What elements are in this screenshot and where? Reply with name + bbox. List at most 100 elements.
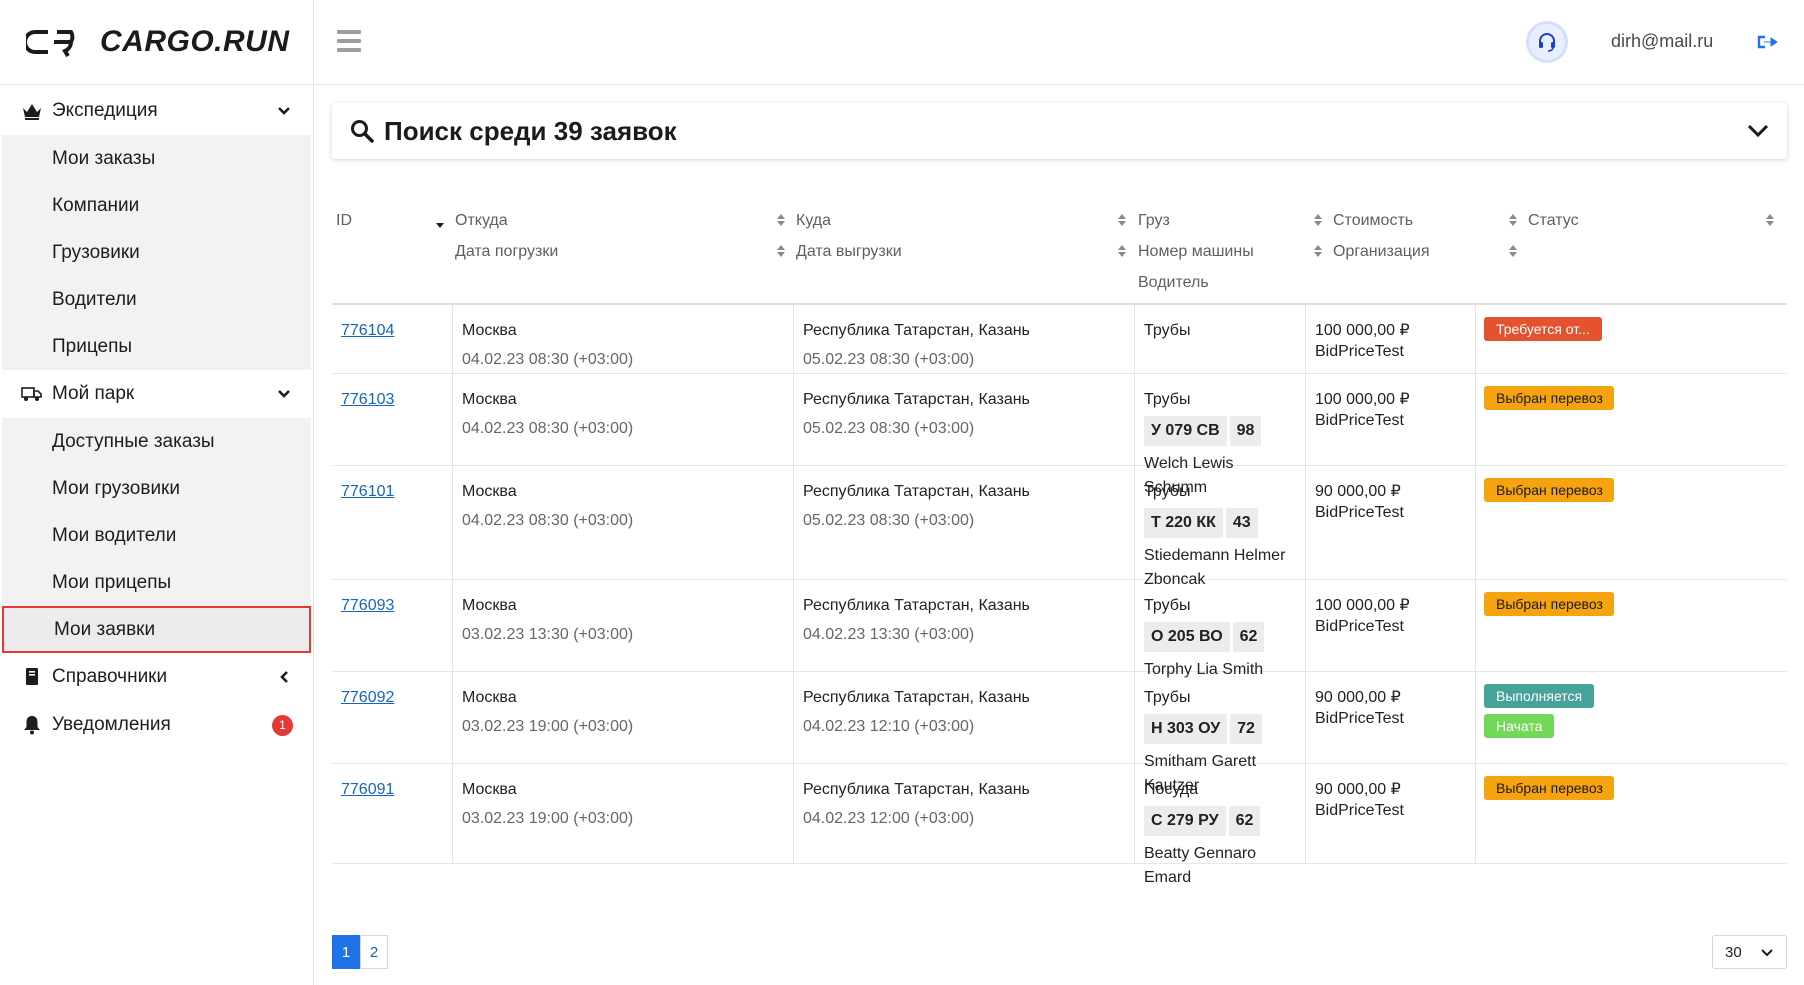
sort-icon[interactable]	[1765, 213, 1775, 227]
menu-toggle-icon[interactable]	[337, 30, 361, 52]
logout-icon[interactable]	[1755, 30, 1779, 54]
status-badge[interactable]: Требуется от...	[1484, 317, 1602, 341]
table-row[interactable]: 776093 Москва 03.02.23 13:30 (+03:00) Респу…	[332, 580, 1787, 678]
plate-number: Т 220 КК 43	[1144, 508, 1258, 538]
bid-id-link[interactable]: 776091	[341, 781, 394, 798]
status-badge[interactable]: Начата	[1484, 714, 1555, 738]
price: 90 000,00 ₽	[1315, 689, 1401, 706]
sidebar-item-my-trailers[interactable]: Мои прицепы	[2, 559, 311, 606]
sort-icon[interactable]	[776, 213, 786, 227]
plate-main: У 079 СВ	[1144, 416, 1227, 446]
cell-cargo: Трубы Н 303 ОУ 72 Smitham Garett Kautzer	[1134, 672, 1305, 794]
status-badge[interactable]: Выбран перевоз	[1484, 592, 1614, 616]
status-badge[interactable]: Выбран перевоз	[1484, 776, 1614, 800]
column-header-load-date[interactable]: Дата погрузки	[455, 243, 558, 261]
column-header-price[interactable]: Стоимость	[1333, 212, 1413, 230]
column-header-from[interactable]: Откуда	[455, 212, 508, 230]
sidebar-item-my-drivers[interactable]: Мои водители	[2, 512, 311, 559]
sidebar-item-trailers[interactable]: Прицепы	[2, 323, 311, 370]
sort-icon[interactable]	[1313, 244, 1323, 258]
from-city: Москва	[462, 483, 517, 500]
sidebar-nav: Экспедиция Мои заказы Компании Грузовики…	[0, 85, 313, 749]
user-email[interactable]: dirh@mail.ru	[1611, 31, 1713, 52]
cargo-logo-icon	[26, 30, 75, 57]
cell-status: Выбран перевоз	[1475, 764, 1787, 863]
cell-cargo: Трубы Т 220 КК 43 Stiedemann Helmer Zboncak	[1134, 466, 1305, 588]
plate-main: С 279 РУ	[1144, 806, 1226, 836]
headset-icon[interactable]	[1529, 24, 1565, 60]
page-button[interactable]: 1	[332, 935, 360, 969]
cell-status: Выбран перевоз	[1475, 466, 1787, 579]
table-row[interactable]: 776092 Москва 03.02.23 19:00 (+03:00) Респу…	[332, 672, 1787, 794]
cell-from: Москва 04.02.23 08:30 (+03:00)	[452, 466, 793, 579]
table-row[interactable]: 776091 Москва 03.02.23 19:00 (+03:00) Респу…	[332, 764, 1787, 886]
plate-region: 43	[1225, 508, 1258, 538]
cell-to: Республика Татарстан, Казань 05.02.23 08:…	[793, 374, 1134, 465]
column-header-status[interactable]: Статус	[1528, 212, 1579, 230]
column-header-id[interactable]: ID	[336, 212, 352, 230]
sidebar-item-drivers[interactable]: Водители	[2, 276, 311, 323]
sidebar-item-available-orders[interactable]: Доступные заказы	[2, 418, 311, 465]
price: 100 000,00 ₽	[1315, 322, 1410, 339]
sidebar-item-my-bids[interactable]: Мои заявки	[2, 606, 311, 653]
column-header-unload-date[interactable]: Дата выгрузки	[796, 243, 902, 261]
price: 90 000,00 ₽	[1315, 781, 1401, 798]
sort-icon[interactable]	[1117, 244, 1127, 258]
column-header-plate[interactable]: Номер машины	[1138, 243, 1254, 261]
price: 100 000,00 ₽	[1315, 597, 1410, 614]
search-panel-toggle[interactable]: Поиск среди 39 заявок	[332, 103, 1787, 159]
sort-icon[interactable]	[1117, 213, 1127, 227]
cell-price: 90 000,00 ₽ BidPriceTest	[1305, 466, 1475, 579]
book-icon	[20, 665, 44, 689]
table-header: ID Откуда Дата погрузки Куда Дата выгруз…	[332, 200, 1787, 305]
sidebar-item-companies[interactable]: Компании	[2, 182, 311, 229]
sort-icon[interactable]	[1508, 244, 1518, 258]
plate-number: Н 303 ОУ 72	[1144, 714, 1262, 744]
bid-id-link[interactable]: 776092	[341, 689, 394, 706]
sort-icon[interactable]	[776, 244, 786, 258]
load-date: 04.02.23 08:30 (+03:00)	[462, 351, 634, 368]
load-date: 03.02.23 19:00 (+03:00)	[462, 810, 634, 827]
per-page-select[interactable]: 30	[1712, 935, 1787, 969]
cell-id: 776103	[332, 374, 452, 465]
plate-main: О 205 ВО	[1144, 622, 1230, 652]
status-badge[interactable]: Выбран перевоз	[1484, 478, 1614, 502]
nav-group-notifications[interactable]: Уведомления 1	[0, 701, 313, 749]
column-header-to[interactable]: Куда	[796, 212, 831, 230]
sort-icon[interactable]	[1508, 213, 1518, 227]
from-city: Москва	[462, 322, 517, 339]
nav-group-my-fleet[interactable]: Мой парк	[0, 370, 313, 418]
table-row[interactable]: 776104 Москва 04.02.23 08:30 (+03:00) Респу…	[332, 305, 1787, 374]
sidebar-item-my-orders[interactable]: Мои заказы	[2, 135, 311, 182]
sort-icon[interactable]	[1313, 213, 1323, 227]
status-badge[interactable]: Выбран перевоз	[1484, 386, 1614, 410]
sidebar-item-my-trucks[interactable]: Мои грузовики	[2, 465, 311, 512]
organization: BidPriceTest	[1315, 343, 1404, 360]
cell-to: Республика Татарстан, Казань 04.02.23 12:…	[793, 672, 1134, 763]
sidebar-item-trucks[interactable]: Грузовики	[2, 229, 311, 276]
cell-price: 90 000,00 ₽ BidPriceTest	[1305, 764, 1475, 863]
bid-id-link[interactable]: 776103	[341, 391, 394, 408]
status-badge[interactable]: Выполняется	[1484, 684, 1595, 708]
bid-id-link[interactable]: 776093	[341, 597, 394, 614]
table-row[interactable]: 776101 Москва 04.02.23 08:30 (+03:00) Респу…	[332, 466, 1787, 588]
driver-name: Beatty Gennaro Emard	[1144, 845, 1257, 886]
column-header-driver[interactable]: Водитель	[1138, 274, 1209, 292]
cell-from: Москва 03.02.23 13:30 (+03:00)	[452, 580, 793, 671]
cell-from: Москва 03.02.23 19:00 (+03:00)	[452, 764, 793, 863]
chevron-left-icon	[275, 668, 293, 686]
cell-price: 100 000,00 ₽ BidPriceTest	[1305, 305, 1475, 373]
nav-group-references[interactable]: Справочники	[0, 653, 313, 701]
column-header-cargo[interactable]: Груз	[1138, 212, 1170, 230]
bid-id-link[interactable]: 776104	[341, 322, 394, 339]
bid-id-link[interactable]: 776101	[341, 483, 394, 500]
nav-group-expedition[interactable]: Экспедиция	[0, 87, 313, 135]
logo[interactable]: CARGO.RUN	[0, 0, 313, 85]
sort-desc-icon[interactable]	[435, 218, 445, 232]
organization: BidPriceTest	[1315, 802, 1404, 819]
table-row[interactable]: 776103 Москва 04.02.23 08:30 (+03:00) Респу…	[332, 374, 1787, 496]
page-button[interactable]: 2	[360, 935, 388, 969]
cargo-name: Трубы	[1144, 322, 1191, 339]
column-header-organization[interactable]: Организация	[1333, 243, 1430, 261]
truck-icon	[20, 382, 44, 406]
